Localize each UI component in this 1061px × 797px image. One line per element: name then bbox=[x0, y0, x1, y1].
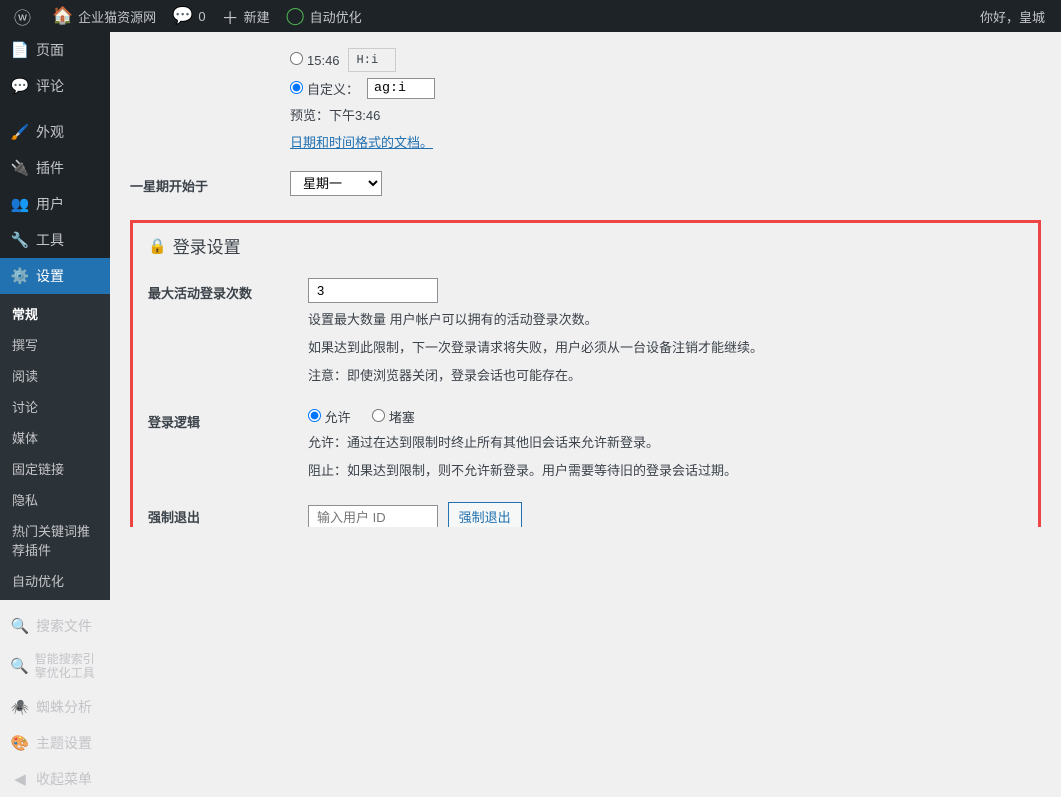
wp-logo[interactable]: ⓦ bbox=[6, 0, 44, 32]
login-settings-section: 登录设置 最大活动登录次数 设置最大数量 用户帐户可以拥有的活动登录次数。 如果… bbox=[130, 220, 1041, 527]
search-icon: 🔍 bbox=[10, 617, 30, 635]
force-logout-label: 强制退出 bbox=[148, 492, 298, 527]
settings-icon: ⚙️ bbox=[10, 267, 30, 285]
logic-allow-radio[interactable] bbox=[308, 409, 321, 422]
tools-icon: 🔧 bbox=[10, 231, 30, 249]
preview-label: 预览： bbox=[290, 108, 329, 123]
autoopt-link[interactable]: ◯自动优化 bbox=[278, 0, 370, 32]
comment-icon: 💬 bbox=[10, 77, 30, 95]
logic-block[interactable]: 堵塞 bbox=[372, 410, 415, 425]
admin-sidebar: 📄页面 💬评论 🖌️外观 🔌插件 👥用户 🔧工具 ⚙️设置 常规 撰写 阅读 讨… bbox=[0, 32, 110, 527]
menu-pages[interactable]: 📄页面 bbox=[0, 32, 110, 68]
menu-plugins[interactable]: 🔌插件 bbox=[0, 150, 110, 186]
logic-desc-1: 允许：通过在达到限制时终止所有其他旧会话来允许新登录。 bbox=[308, 432, 1013, 454]
login-logic-label: 登录逻辑 bbox=[148, 397, 298, 492]
force-logout-button[interactable]: 强制退出 bbox=[448, 502, 522, 527]
max-logins-label: 最大活动登录次数 bbox=[148, 268, 298, 397]
menu-spider[interactable]: 🕷️蜘蛛分析 bbox=[0, 689, 110, 725]
max-desc-2: 如果达到此限制，下一次登录请求将失败，用户必须从一台设备注销才能继续。 bbox=[308, 337, 1013, 359]
time-code-1: H:i bbox=[348, 48, 396, 72]
time-option-1[interactable]: 15:46 bbox=[290, 52, 340, 68]
sub-permalinks[interactable]: 固定链接 bbox=[0, 453, 110, 484]
theme-icon: 🎨 bbox=[10, 734, 30, 752]
preview-value: 下午3:46 bbox=[329, 108, 380, 123]
max-desc-3: 注意：即使浏览器关闭，登录会话也可能存在。 bbox=[308, 365, 1013, 387]
logic-desc-2: 阻止：如果达到限制，则不允许新登录。用户需要等待旧的登录会话过期。 bbox=[308, 460, 1013, 482]
menu-comments[interactable]: 💬评论 bbox=[0, 68, 110, 104]
menu-appearance[interactable]: 🖌️外观 bbox=[0, 114, 110, 150]
menu-tools[interactable]: 🔧工具 bbox=[0, 222, 110, 258]
brush-icon: 🖌️ bbox=[10, 123, 30, 141]
menu-collapse[interactable]: ◀收起菜单 bbox=[0, 761, 110, 797]
site-name[interactable]: 🏠企业猫资源网 bbox=[44, 0, 164, 32]
users-icon: 👥 bbox=[10, 195, 30, 213]
week-start-select[interactable]: 星期一 bbox=[290, 171, 382, 196]
autoopt-label: 自动优化 bbox=[310, 7, 362, 26]
sub-hotkeywords[interactable]: 热门关键词推荐插件 bbox=[0, 515, 110, 565]
logic-allow[interactable]: 允许 bbox=[308, 410, 351, 425]
logic-block-radio[interactable] bbox=[372, 409, 385, 422]
max-desc-1: 设置最大数量 用户帐户可以拥有的活动登录次数。 bbox=[308, 309, 1013, 331]
menu-settings[interactable]: ⚙️设置 bbox=[0, 258, 110, 294]
sub-privacy[interactable]: 隐私 bbox=[0, 484, 110, 515]
sub-discussion[interactable]: 讨论 bbox=[0, 391, 110, 422]
sub-media[interactable]: 媒体 bbox=[0, 422, 110, 453]
new-label: 新建 bbox=[244, 7, 270, 26]
menu-theme[interactable]: 🎨主题设置 bbox=[0, 725, 110, 761]
seo-icon: 🔍 bbox=[10, 657, 29, 675]
menu-users[interactable]: 👥用户 bbox=[0, 186, 110, 222]
settings-submenu: 常规 撰写 阅读 讨论 媒体 固定链接 隐私 热门关键词推荐插件 自动优化 bbox=[0, 294, 110, 600]
sub-reading[interactable]: 阅读 bbox=[0, 360, 110, 391]
datetime-doc-link[interactable]: 日期和时间格式的文档。 bbox=[290, 132, 433, 151]
sub-autoopt[interactable]: 自动优化 bbox=[0, 565, 110, 596]
collapse-icon: ◀ bbox=[10, 770, 30, 788]
main-content: 15:46 H:i 自定义： 预览：下午3:46 日期和时间格式的文档。 一星期开… bbox=[110, 32, 1061, 527]
login-section-title: 登录设置 bbox=[173, 233, 241, 258]
greeting: 你好，皇城 bbox=[980, 7, 1045, 26]
sub-writing[interactable]: 撰写 bbox=[0, 329, 110, 360]
spider-icon: 🕷️ bbox=[10, 698, 30, 716]
force-logout-input[interactable] bbox=[308, 505, 438, 527]
comment-count: 0 bbox=[198, 9, 205, 24]
time-radio-1[interactable] bbox=[290, 52, 303, 65]
sub-general[interactable]: 常规 bbox=[0, 298, 110, 329]
lock-icon bbox=[148, 236, 167, 256]
week-start-label: 一星期开始于 bbox=[130, 161, 280, 210]
time-custom-input[interactable] bbox=[367, 78, 435, 99]
time-option-custom[interactable]: 自定义： bbox=[290, 79, 359, 98]
site-title: 企业猫资源网 bbox=[78, 7, 156, 26]
max-logins-input[interactable] bbox=[308, 278, 438, 303]
account-link[interactable]: 你好，皇城 bbox=[972, 0, 1055, 32]
page-icon: 📄 bbox=[10, 41, 30, 59]
plugin-icon: 🔌 bbox=[10, 159, 30, 177]
time-radio-custom[interactable] bbox=[290, 81, 303, 94]
menu-searchfiles[interactable]: 🔍搜索文件 bbox=[0, 608, 110, 644]
new-content[interactable]: ＋新建 bbox=[214, 0, 278, 32]
comments-link[interactable]: 💬0 bbox=[164, 0, 213, 32]
menu-seo[interactable]: 🔍智能搜索引擎优化工具 bbox=[0, 644, 110, 689]
